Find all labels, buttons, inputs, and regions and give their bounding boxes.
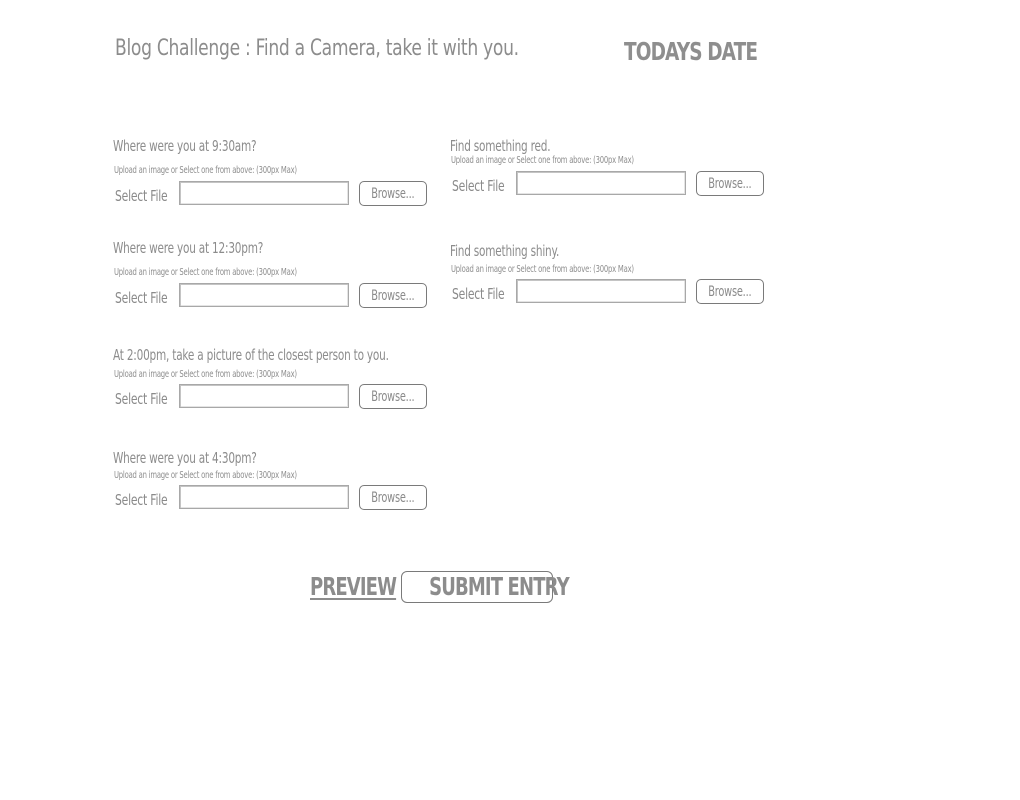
select-file-label: Select File — [115, 491, 168, 509]
file-path-input[interactable] — [179, 283, 349, 307]
submit-entry-label: SUBMIT ENTRY — [429, 572, 569, 601]
browse-button[interactable]: Browse... — [696, 171, 764, 196]
challenge-block-something-red: Find something red. Upload an image or S… — [450, 137, 780, 207]
challenge-question: Find something shiny. — [450, 242, 560, 260]
file-path-input[interactable] — [516, 171, 686, 195]
upload-hint: Upload an image or Select one from above… — [451, 264, 634, 275]
upload-hint: Upload an image or Select one from above… — [114, 267, 297, 278]
file-upload-row: Select File Browse... — [113, 485, 443, 515]
browse-button-label: Browse... — [708, 175, 752, 192]
file-path-input[interactable] — [179, 181, 349, 205]
browse-button[interactable]: Browse... — [359, 485, 427, 510]
browse-button-label: Browse... — [708, 283, 752, 300]
select-file-label: Select File — [115, 187, 168, 205]
file-upload-row: Select File Browse... — [450, 279, 780, 309]
browse-button-label: Browse... — [371, 185, 415, 202]
challenge-block-430pm: Where were you at 4:30pm? Upload an imag… — [113, 449, 443, 519]
challenge-question: Where were you at 12:30pm? — [113, 239, 264, 257]
select-file-label: Select File — [115, 289, 168, 307]
browse-button-label: Browse... — [371, 489, 415, 506]
file-path-input[interactable] — [516, 279, 686, 303]
upload-hint: Upload an image or Select one from above… — [114, 165, 297, 176]
browse-button-label: Browse... — [371, 388, 415, 405]
browse-button-label: Browse... — [371, 287, 415, 304]
select-file-label: Select File — [115, 390, 168, 408]
file-upload-row: Select File Browse... — [113, 181, 443, 211]
browse-button[interactable]: Browse... — [359, 181, 427, 206]
browse-button[interactable]: Browse... — [696, 279, 764, 304]
todays-date: TODAYS DATE — [624, 37, 758, 66]
file-upload-row: Select File Browse... — [450, 171, 780, 201]
upload-hint: Upload an image or Select one from above… — [114, 470, 297, 481]
upload-hint: Upload an image or Select one from above… — [451, 155, 634, 166]
page-title: Blog Challenge : Find a Camera, take it … — [115, 36, 519, 61]
browse-button[interactable]: Browse... — [359, 283, 427, 308]
file-upload-row: Select File Browse... — [113, 283, 443, 313]
challenge-block-200pm: At 2:00pm, take a picture of the closest… — [113, 346, 443, 416]
challenge-block-something-shiny: Find something shiny. Upload an image or… — [450, 242, 780, 312]
file-upload-row: Select File Browse... — [113, 384, 443, 414]
file-path-input[interactable] — [179, 384, 349, 408]
challenge-question: Where were you at 9:30am? — [113, 137, 257, 155]
upload-hint: Upload an image or Select one from above… — [114, 369, 297, 380]
preview-link[interactable]: PREVIEW — [310, 572, 397, 601]
challenge-question: At 2:00pm, take a picture of the closest… — [113, 346, 389, 364]
submit-entry-button[interactable]: SUBMIT ENTRY — [401, 571, 570, 603]
challenge-question: Find something red. — [450, 137, 551, 155]
select-file-label: Select File — [452, 177, 505, 195]
browse-button[interactable]: Browse... — [359, 384, 427, 409]
file-path-input[interactable] — [179, 485, 349, 509]
select-file-label: Select File — [452, 285, 505, 303]
challenge-question: Where were you at 4:30pm? — [113, 449, 257, 467]
challenge-block-1230pm: Where were you at 12:30pm? Upload an ima… — [113, 239, 443, 314]
challenge-block-930am: Where were you at 9:30am? Upload an imag… — [113, 137, 443, 212]
